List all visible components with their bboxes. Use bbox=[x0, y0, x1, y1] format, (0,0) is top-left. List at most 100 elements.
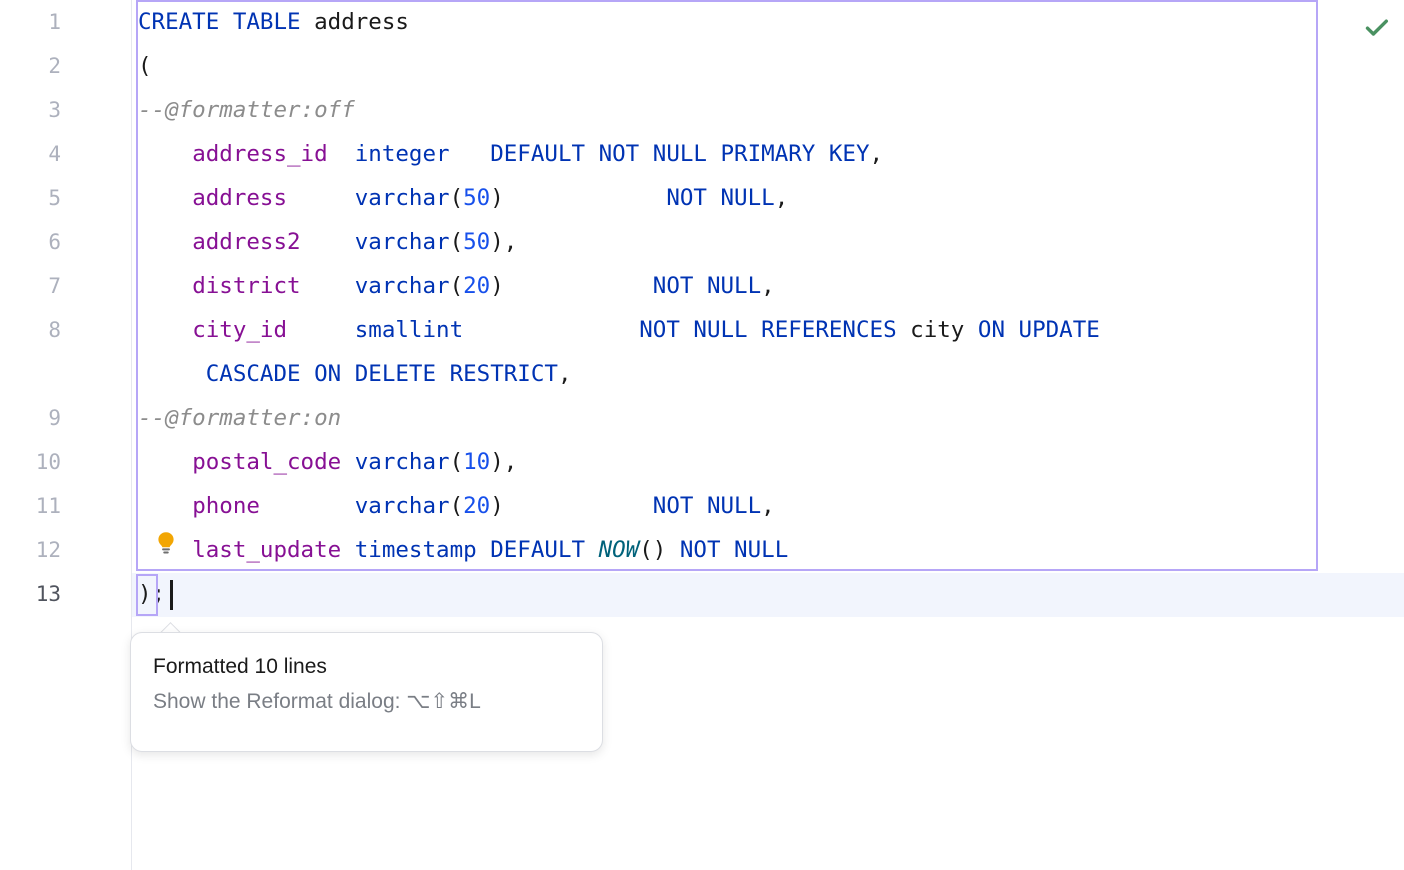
line-number[interactable]: 6 bbox=[1, 220, 61, 264]
text-caret bbox=[170, 580, 173, 610]
code-token-num: 50 bbox=[463, 229, 490, 255]
line-number[interactable]: 13 bbox=[1, 572, 61, 616]
code-token-plain: ( bbox=[138, 53, 152, 79]
code-token-plain bbox=[504, 273, 653, 299]
code-token-col: city_id bbox=[192, 317, 287, 343]
code-token-plain bbox=[138, 273, 192, 299]
line-number[interactable]: 2 bbox=[1, 44, 61, 88]
code-token-plain bbox=[504, 185, 667, 211]
code-token-plain: ( bbox=[450, 493, 464, 519]
code-token-col: phone bbox=[192, 493, 260, 519]
code-token-plain: , bbox=[775, 185, 789, 211]
code-token-kw: varchar bbox=[355, 449, 450, 475]
code-token-plain: ) bbox=[490, 493, 504, 519]
code-token-col: district bbox=[192, 273, 300, 299]
code-token-plain bbox=[138, 361, 206, 387]
code-line[interactable]: address2 varchar(50), bbox=[133, 220, 517, 264]
code-token-kw: varchar bbox=[355, 229, 450, 255]
line-number[interactable]: 8 bbox=[1, 308, 61, 352]
code-token-fn: NOW bbox=[599, 537, 640, 563]
code-line[interactable]: postal_code varchar(10), bbox=[133, 440, 517, 484]
code-token-plain: ( bbox=[450, 273, 464, 299]
code-token-plain: ( bbox=[450, 229, 464, 255]
code-line[interactable]: last_update timestamp DEFAULT NOW() NOT … bbox=[133, 528, 788, 572]
lightbulb-icon[interactable] bbox=[152, 529, 180, 557]
code-token-col: address_id bbox=[192, 141, 327, 167]
code-token-plain: ) bbox=[490, 185, 504, 211]
code-line[interactable]: district varchar(20) NOT NULL, bbox=[133, 264, 775, 308]
code-token-plain bbox=[463, 317, 639, 343]
editor-gutter[interactable]: 12345678910111213 bbox=[0, 0, 132, 870]
code-token-plain bbox=[138, 449, 192, 475]
balloon-subtitle: Show the Reformat dialog: ⌥⇧⌘L bbox=[153, 689, 481, 714]
code-token-col: address bbox=[192, 185, 287, 211]
code-line[interactable]: ( bbox=[133, 44, 152, 88]
code-line[interactable]: address varchar(50) NOT NULL, bbox=[133, 176, 788, 220]
code-token-plain: , bbox=[870, 141, 884, 167]
code-token-plain: , bbox=[761, 273, 775, 299]
code-line[interactable]: address_id integer DEFAULT NOT NULL PRIM… bbox=[133, 132, 883, 176]
code-token-plain: address bbox=[314, 9, 409, 35]
code-line-wrapped[interactable]: CASCADE ON DELETE RESTRICT, bbox=[133, 352, 571, 396]
code-token-plain bbox=[138, 229, 192, 255]
code-token-plain: () bbox=[639, 537, 666, 563]
code-token-kw: DEFAULT NOT NULL PRIMARY KEY bbox=[490, 141, 869, 167]
line-number[interactable]: 9 bbox=[1, 396, 61, 440]
code-token-kw: NOT NULL bbox=[653, 493, 761, 519]
balloon-title: Formatted 10 lines bbox=[153, 655, 327, 679]
code-token-plain bbox=[138, 317, 192, 343]
code-token-plain bbox=[328, 141, 355, 167]
code-token-plain bbox=[138, 141, 192, 167]
code-line[interactable]: phone varchar(20) NOT NULL, bbox=[133, 484, 775, 528]
code-token-plain: , bbox=[504, 449, 518, 475]
code-token-col: postal_code bbox=[192, 449, 341, 475]
code-token-kw: varchar bbox=[355, 273, 450, 299]
code-token-plain bbox=[504, 493, 653, 519]
code-token-plain bbox=[260, 493, 355, 519]
check-icon[interactable] bbox=[1362, 13, 1392, 43]
sql-code-editor[interactable]: 12345678910111213 CREATE TABLE address(-… bbox=[0, 0, 1404, 870]
code-token-kw: varchar bbox=[355, 493, 450, 519]
code-token-plain: ( bbox=[450, 449, 464, 475]
code-token-kw: ON UPDATE bbox=[964, 317, 1099, 343]
line-number[interactable]: 5 bbox=[1, 176, 61, 220]
code-token-num: 20 bbox=[463, 493, 490, 519]
code-token-kw: NOT NULL bbox=[666, 537, 788, 563]
code-token-kw: CREATE TABLE bbox=[138, 9, 314, 35]
line-number[interactable]: 10 bbox=[1, 440, 61, 484]
brace-match-highlight bbox=[136, 574, 158, 616]
code-token-cmt: --@formatter:off bbox=[138, 97, 355, 123]
code-token-plain: city bbox=[910, 317, 964, 343]
code-token-col: last_update bbox=[192, 537, 341, 563]
code-token-kw: NOT NULL bbox=[653, 273, 761, 299]
code-token-plain: , bbox=[761, 493, 775, 519]
line-number[interactable]: 3 bbox=[1, 88, 61, 132]
code-token-num: 50 bbox=[463, 185, 490, 211]
code-token-num: 10 bbox=[463, 449, 490, 475]
code-token-plain bbox=[450, 141, 491, 167]
code-token-plain: ) bbox=[490, 449, 504, 475]
code-token-plain: ) bbox=[490, 273, 504, 299]
code-token-plain: , bbox=[504, 229, 518, 255]
code-token-kw: timestamp DEFAULT bbox=[355, 537, 599, 563]
code-token-cmt: --@formatter:on bbox=[138, 405, 341, 431]
code-token-plain bbox=[287, 185, 355, 211]
line-number[interactable]: 4 bbox=[1, 132, 61, 176]
code-token-plain bbox=[138, 493, 192, 519]
code-token-kw: CASCADE ON DELETE RESTRICT bbox=[206, 361, 558, 387]
line-number[interactable]: 12 bbox=[1, 528, 61, 572]
code-token-kw: varchar bbox=[355, 185, 450, 211]
line-number[interactable]: 11 bbox=[1, 484, 61, 528]
code-line[interactable]: --@formatter:on bbox=[133, 396, 341, 440]
line-number[interactable]: 7 bbox=[1, 264, 61, 308]
code-token-plain bbox=[301, 229, 355, 255]
code-token-kw: smallint bbox=[355, 317, 463, 343]
code-token-num: 20 bbox=[463, 273, 490, 299]
formatter-hint-balloon[interactable]: Formatted 10 lines Show the Reformat dia… bbox=[130, 632, 603, 752]
code-line[interactable]: --@formatter:off bbox=[133, 88, 355, 132]
code-token-plain bbox=[341, 449, 355, 475]
code-token-plain: ) bbox=[490, 229, 504, 255]
line-number[interactable]: 1 bbox=[1, 0, 61, 44]
code-line[interactable]: city_id smallint NOT NULL REFERENCES cit… bbox=[133, 308, 1100, 352]
code-line[interactable]: CREATE TABLE address bbox=[133, 0, 409, 44]
